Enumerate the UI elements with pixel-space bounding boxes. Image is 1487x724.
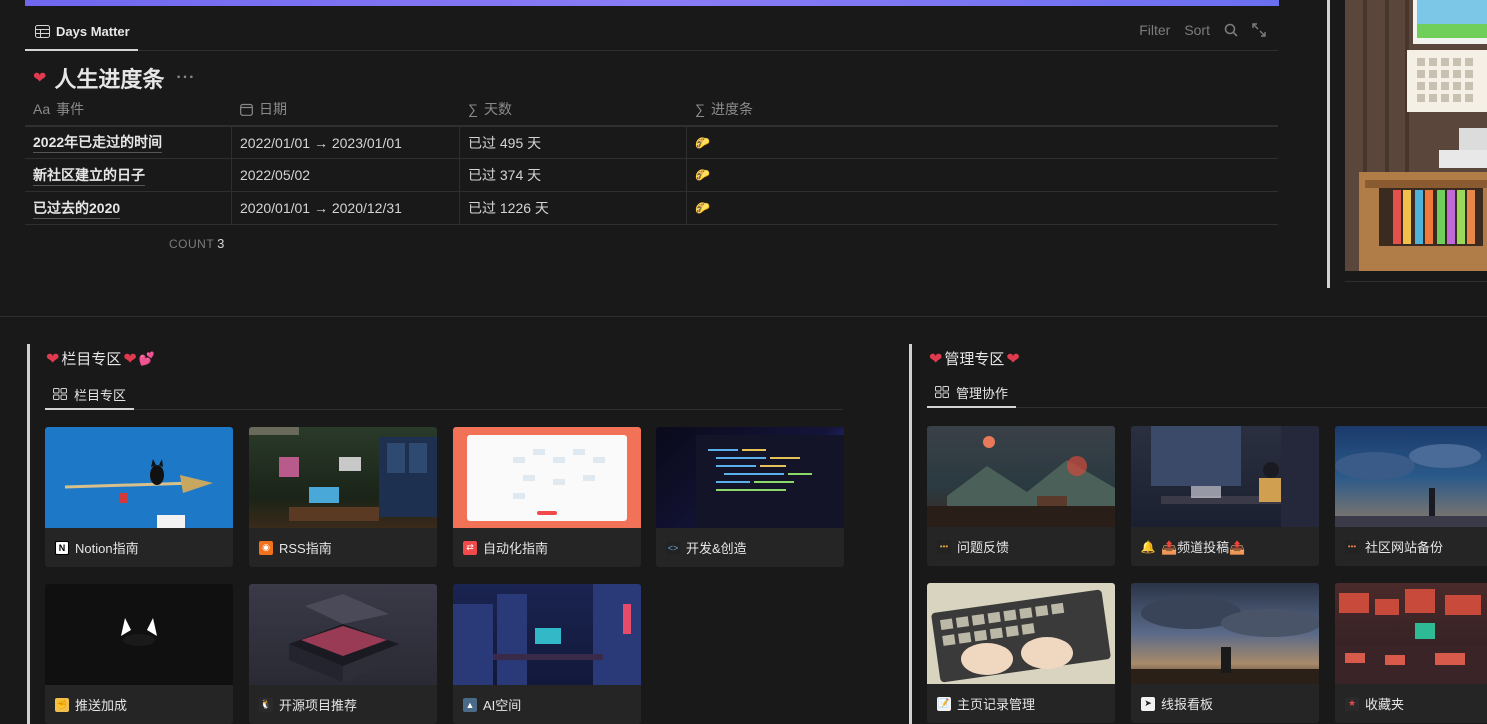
filter-button[interactable]: Filter [1139,22,1170,38]
gallery-card-notion[interactable]: N Notion指南 [45,427,233,567]
gallery-card-homepage[interactable]: 📝 主页记录管理 [927,583,1115,723]
memo-icon: 📝 [937,696,951,711]
table-header-row: Aa 事件 日期 ∑ 天数 ∑ 进度条 [25,93,1278,126]
card-cover [656,427,844,528]
search-icon[interactable] [1224,23,1238,37]
card-cover [453,584,641,685]
heart-icon: ❤ [33,70,47,87]
section-border [909,344,912,724]
card-cover [453,427,641,528]
heart-icon: ❤ [123,350,137,368]
section-border [27,344,30,724]
card-cover [45,584,233,685]
table-icon [35,25,50,38]
row-name: 2022年已走过的时间 [33,132,163,153]
calendar-icon [240,103,253,116]
heart-icon: ❤ [929,350,943,368]
rss-icon: ◉ [259,540,273,555]
gallery-card-dev[interactable]: <> 开发&创造 [656,427,844,567]
table-row[interactable]: 2022年已走过的时间 2022/01/01 → 2023/01/01 已过 4… [25,126,1278,159]
row-date[interactable]: 2020/01/01 → 2020/12/31 [232,192,460,224]
database-title: ❤ 人生进度条 ··· [33,62,195,94]
table-row[interactable]: 新社区建立的日子 2022/05/02 已过 374 天 🌮 [25,159,1278,192]
gallery-card-push[interactable]: ✊ 推送加成 [45,584,233,724]
card-cover [249,427,437,528]
ai-icon: ▲ [463,697,477,712]
more-options-icon[interactable]: ··· [176,69,195,87]
automation-icon: ⇄ [463,540,477,555]
card-cover [927,426,1115,527]
tab-columns[interactable]: 栏目专区 [45,380,135,410]
row-name: 已过去的2020 [33,198,121,219]
progress-icon: 🌮 [695,168,710,182]
gallery-card-submit[interactable]: 🔔 📤频道投稿📤 [1131,426,1319,566]
gallery-card-opensource[interactable]: 🐧 开源项目推荐 [249,584,437,724]
expand-icon[interactable] [1252,23,1266,37]
formula-icon: ∑ [468,101,478,117]
page-accent-bar [25,0,1279,6]
row-days[interactable]: 已过 374 天 [460,159,687,191]
two-hearts-icon: 💕 [138,350,156,366]
tab-days-matter[interactable]: Days Matter [25,14,138,51]
backup-icon: ••• [1345,539,1359,554]
progress-icon: 🌮 [695,135,710,150]
gallery-card-bookmarks[interactable]: ★ 收藏夹 [1335,583,1487,723]
row-name: 新社区建立的日子 [33,165,145,186]
column-header-progress[interactable]: ∑ 进度条 [687,93,1278,125]
section-tab-bar: 栏目专区 [45,380,843,410]
column-header-date[interactable]: 日期 [232,93,460,125]
feedback-icon: ••• [937,539,951,554]
card-cover [1131,583,1319,684]
gallery-icon [53,388,67,400]
heart-icon: ❤ [46,350,60,368]
gallery-card-backup[interactable]: ••• 社区网站备份 [1335,426,1487,566]
bookmark-icon: ★ [1345,696,1359,711]
card-cover [45,427,233,528]
gallery-card-ai[interactable]: ▲ AI空间 [453,584,641,724]
row-days[interactable]: 已过 495 天 [460,127,687,158]
card-cover [249,584,437,685]
database-title-text[interactable]: 人生进度条 [54,62,164,94]
section-title-right: ❤ 管理专区 ❤ [929,350,1020,369]
table-row[interactable]: 已过去的2020 2020/01/01 → 2020/12/31 已过 1226… [25,192,1278,225]
sort-button[interactable]: Sort [1184,22,1210,38]
formula-icon: ∑ [695,101,705,117]
section-title-left: ❤ 栏目专区 ❤ 💕 [46,350,156,369]
push-icon: ✊ [55,697,69,712]
days-matter-table: Aa 事件 日期 ∑ 天数 ∑ 进度条 2022年已走过的时间 2022/01/… [25,93,1278,225]
card-cover [1335,583,1487,684]
row-days[interactable]: 已过 1226 天 [460,192,687,224]
progress-icon: 🌮 [695,201,710,215]
card-cover [927,583,1115,684]
tab-label: Days Matter [56,24,130,39]
database-view-bar: Days Matter Filter Sort [25,14,1278,51]
code-icon: <> [666,540,680,555]
text-type-icon: Aa [33,101,51,117]
divider [1345,281,1487,282]
gallery-card-board[interactable]: ➤ 线报看板 [1131,583,1319,723]
card-cover [1131,426,1319,527]
notion-icon: N [55,540,69,555]
heart-icon: ❤ [1006,350,1020,368]
tab-management[interactable]: 管理协作 [927,378,1017,408]
section-divider [0,316,1487,317]
row-date[interactable]: 2022/05/02 [232,159,460,191]
telegram-icon: ➤ [1141,696,1155,711]
opensource-icon: 🐧 [259,697,273,712]
section-tab-bar: 管理协作 [927,378,1487,408]
gallery-card-rss[interactable]: ◉ RSS指南 [249,427,437,567]
bell-icon: 🔔 [1140,539,1156,554]
row-date[interactable]: 2022/01/01 → 2023/01/01 [232,127,460,158]
pixel-art-image [1345,0,1487,271]
gallery-card-automation[interactable]: ⇄ 自动化指南 [453,427,641,567]
row-count: COUNT 3 [169,236,225,251]
gallery-icon [935,386,949,398]
column-divider [1327,0,1330,288]
column-header-days[interactable]: ∑ 天数 [460,93,687,125]
column-header-event[interactable]: Aa 事件 [25,93,232,125]
gallery-card-feedback[interactable]: ••• 问题反馈 [927,426,1115,566]
card-cover [1335,426,1487,527]
